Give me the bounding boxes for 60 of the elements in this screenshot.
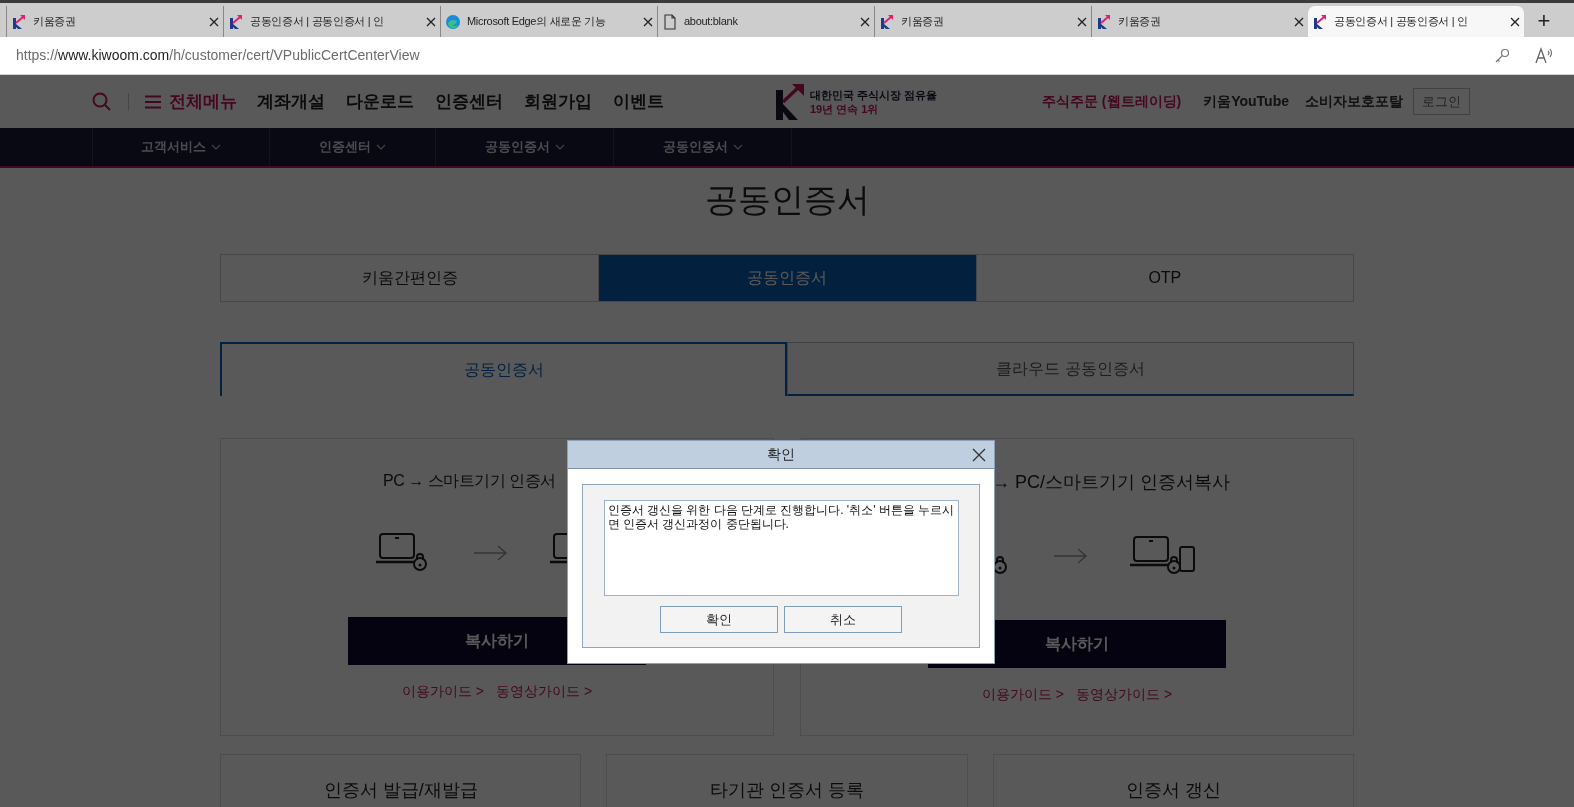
guide-link[interactable]: 동영상가이드 > <box>496 681 593 702</box>
tab[interactable]: 클라우드 공동인증서 <box>787 342 1354 396</box>
read-aloud-icon[interactable] <box>1534 46 1554 65</box>
all-menu-link[interactable]: 전체메뉴 <box>169 88 237 115</box>
subnav-menu[interactable]: 인증센터 <box>319 137 371 157</box>
header-link[interactable]: 주식주문 (웹트레이딩) <box>1041 91 1182 112</box>
new-tab-button[interactable]: + <box>1524 3 1564 37</box>
card-title: 인증서 발급/재발급 <box>323 779 478 802</box>
browser-tab[interactable]: 공동인증서 | 공동인증서 | 인 <box>1308 6 1524 37</box>
close-icon[interactable] <box>426 16 436 27</box>
key-icon[interactable] <box>1494 47 1510 64</box>
logo-slogan: 대한민국 주식시장 점유율 <box>810 87 938 102</box>
close-icon[interactable] <box>643 16 653 27</box>
logo-slogan: 19년 연속 1위 <box>810 101 880 116</box>
guide-link[interactable]: 이용가이드 > <box>401 681 484 702</box>
guide-link[interactable]: 동영상가이드 > <box>1076 684 1173 705</box>
page-icon <box>662 13 678 30</box>
close-icon[interactable] <box>209 16 219 27</box>
close-icon[interactable] <box>1294 16 1304 27</box>
laptop-phone-icon <box>1130 535 1198 577</box>
card-title: 타기관 인증서 등록 <box>710 779 864 802</box>
dialog-button[interactable]: 확인 <box>660 606 778 633</box>
dialog-title: 확인 <box>767 445 795 464</box>
card-title: 인증서 갱신 <box>1125 779 1221 802</box>
logo-icon <box>1312 13 1328 30</box>
header-link[interactable]: 키움YouTube <box>1203 91 1289 112</box>
subnav-menu[interactable]: 고객서비스 <box>141 137 206 157</box>
nav-link[interactable]: 이벤트 <box>613 88 664 115</box>
logo-icon <box>11 13 27 30</box>
arrow-icon <box>474 545 508 561</box>
header-link[interactable]: 소비자보호포탈 <box>1305 91 1403 112</box>
caret-icon <box>376 144 386 150</box>
dialog-button[interactable]: 취소 <box>784 606 902 633</box>
logo-icon <box>1096 13 1112 30</box>
logo-icon <box>228 13 244 30</box>
close-icon[interactable] <box>1510 16 1520 27</box>
close-icon[interactable] <box>860 16 870 27</box>
guide-link[interactable]: 이용가이드 > <box>981 684 1064 705</box>
arrow-icon <box>1054 548 1088 564</box>
logo-icon <box>879 13 895 30</box>
logo-icon[interactable] <box>774 81 806 122</box>
card-title: PC → 스마트기기 인증서 <box>383 471 556 491</box>
nav-link[interactable]: 다운로드 <box>346 88 414 115</box>
close-icon[interactable] <box>972 448 986 462</box>
address-field[interactable]: https://www.kiwoom.com/h/customer/cert/VPublicCertCenterView <box>16 45 1494 66</box>
nav-link[interactable]: 회원가입 <box>524 88 592 115</box>
subnav-menu[interactable]: 공동인증서 <box>662 137 728 157</box>
caret-icon <box>732 144 743 150</box>
tab[interactable]: 공동인증서 <box>598 255 976 301</box>
caret-icon <box>211 144 221 150</box>
card-title: → PC/스마트기기 인증서복사 <box>992 471 1230 494</box>
message-box[interactable]: 인증서 갱신을 위한 다음 단계로 진행합니다. '취소' 버튼을 누르시면 인증서 갱신과정이 중단됩니다. <box>603 500 959 596</box>
subnav-menu[interactable]: 공동인증서 <box>484 137 550 157</box>
caret-icon <box>554 144 565 150</box>
close-icon[interactable] <box>1077 16 1087 27</box>
browser-logo-icon <box>445 13 461 30</box>
page-title: 공동인증서 <box>704 180 870 220</box>
nav-link[interactable]: 계좌개설 <box>257 88 325 115</box>
nav-link[interactable]: 인증센터 <box>435 88 503 115</box>
tab[interactable]: 공동인증서 <box>220 342 787 396</box>
